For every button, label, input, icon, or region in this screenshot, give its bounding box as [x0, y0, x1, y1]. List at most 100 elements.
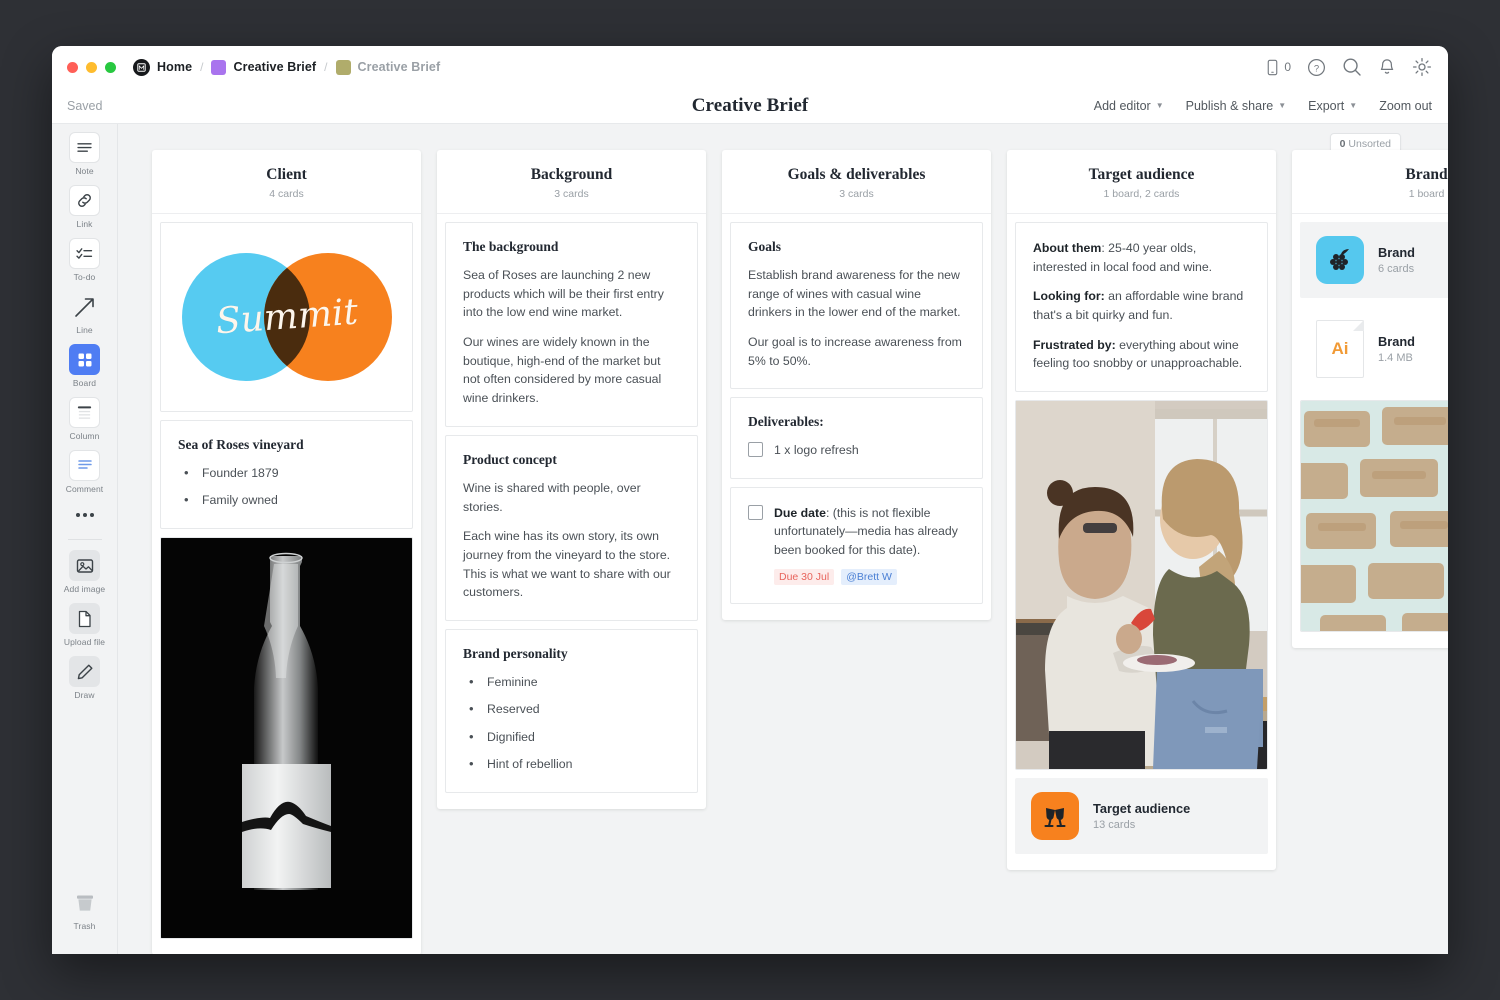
paragraph-bold-lead: Looking for: [1033, 289, 1105, 303]
more-tools-button[interactable] [57, 504, 113, 526]
tool-line[interactable]: Line [57, 291, 113, 335]
unsorted-count: 0 [1340, 138, 1346, 150]
the-background-note-card[interactable]: The background Sea of Roses are launchin… [445, 222, 698, 427]
column-header: Client 4 cards [152, 150, 421, 214]
help-icon[interactable]: ? [1307, 58, 1326, 77]
list-item: Hint of rebellion [463, 755, 680, 773]
unsorted-label: Unsorted [1348, 138, 1391, 150]
list-item: Family owned [178, 491, 395, 509]
search-icon[interactable] [1342, 57, 1362, 77]
product-concept-note-card[interactable]: Product concept Wine is shared with peop… [445, 435, 698, 621]
settings-gear-icon[interactable] [1412, 57, 1432, 77]
grapes-icon [1316, 236, 1364, 284]
card-paragraph: Sea of Roses are launching 2 new product… [463, 266, 680, 322]
column-goals-deliverables[interactable]: Goals & deliverables 3 cards Goals Estab… [722, 150, 991, 620]
image-icon [69, 550, 100, 581]
desktop-background: Home / Creative Brief / Creative Brief 0… [0, 0, 1500, 1000]
goals-note-card[interactable]: Goals Establish brand awareness for the … [730, 222, 983, 389]
tool-rail: Note Link To-do [52, 124, 118, 954]
tool-link-label: Link [77, 219, 93, 229]
link-chain-icon [69, 185, 100, 216]
workspace: Note Link To-do [52, 124, 1448, 954]
breadcrumb-separator-2: / [324, 60, 327, 74]
traffic-lights [52, 62, 116, 73]
tool-board[interactable]: Board [57, 344, 113, 388]
tool-add-image-label: Add image [64, 584, 106, 594]
close-window-button[interactable] [67, 62, 78, 73]
tool-upload-file[interactable]: Upload file [57, 603, 113, 647]
board-link-text: Target audience 13 cards [1093, 801, 1190, 831]
file-link-brand[interactable]: Ai Brand 1.4 MB [1300, 306, 1448, 392]
todo-checkbox[interactable] [748, 505, 763, 520]
column-cards: The background Sea of Roses are launchin… [437, 214, 706, 801]
file-link-name: Brand [1378, 334, 1415, 349]
file-link-size: 1.4 MB [1378, 352, 1415, 364]
tool-comment-label: Comment [66, 484, 104, 494]
column-title: Brand [1302, 166, 1448, 184]
due-date-todo-card[interactable]: Due date: (this is not flexible unfortun… [730, 487, 983, 604]
couple-kitchen-photo-card[interactable] [1015, 400, 1268, 770]
todo-label: Due date: (this is not flexible unfortun… [774, 504, 965, 559]
card-paragraph: Frustrated by: everything about wine fee… [1033, 336, 1250, 373]
window-titlebar: Home / Creative Brief / Creative Brief 0… [52, 46, 1448, 88]
column-count: 3 cards [732, 188, 981, 200]
tool-draw[interactable]: Draw [57, 656, 113, 700]
todo-item[interactable]: Due date: (this is not flexible unfortun… [748, 504, 965, 559]
minimize-window-button[interactable] [86, 62, 97, 73]
mobile-device-icon[interactable]: 0 [1265, 59, 1291, 76]
more-options-icon [69, 504, 100, 526]
list-item: Feminine [463, 673, 680, 691]
card-title: Brand personality [463, 646, 680, 662]
board-canvas[interactable]: 0 Unsorted Client 4 cards [118, 124, 1448, 954]
card-title: Deliverables: [748, 414, 965, 430]
deliverables-todo-card[interactable]: Deliverables: 1 x logo refresh [730, 397, 983, 478]
todo-bold-prefix: Due date [774, 506, 826, 520]
maximize-window-button[interactable] [105, 62, 116, 73]
sea-of-roses-note-card[interactable]: Sea of Roses vineyard Founder 1879 Famil… [160, 420, 413, 529]
tool-link[interactable]: Link [57, 185, 113, 229]
brand-personality-note-card[interactable]: Brand personality Feminine Reserved Dign… [445, 629, 698, 793]
milanote-logo-icon[interactable] [133, 59, 150, 76]
column-count: 3 cards [447, 188, 696, 200]
cheers-glasses-icon [1031, 792, 1079, 840]
todo-tags: Due 30 Jul @Brett W [774, 569, 965, 585]
column-title: Client [162, 166, 411, 184]
audience-profile-note-card[interactable]: About them: 25-40 year olds, interested … [1015, 222, 1268, 392]
card-title: Sea of Roses vineyard [178, 437, 395, 453]
todo-checkbox[interactable] [748, 442, 763, 457]
notifications-bell-icon[interactable] [1378, 58, 1396, 77]
column-icon [69, 397, 100, 428]
todo-item[interactable]: 1 x logo refresh [748, 441, 965, 459]
board-link-name: Target audience [1093, 801, 1190, 816]
tool-comment[interactable]: Comment [57, 450, 113, 494]
breadcrumb-item-2[interactable]: Creative Brief [358, 60, 441, 74]
due-date-badge[interactable]: Due 30 Jul [774, 569, 834, 585]
board-grid-icon [69, 344, 100, 375]
column-count: 4 cards [162, 188, 411, 200]
board-link-target-audience[interactable]: Target audience 13 cards [1015, 778, 1268, 854]
column-brand[interactable]: Brand 1 board Brand 6 cards [1292, 150, 1448, 648]
tool-add-image[interactable]: Add image [57, 550, 113, 594]
tool-trash[interactable]: Trash [57, 887, 113, 931]
column-target-audience[interactable]: Target audience 1 board, 2 cards About t… [1007, 150, 1276, 870]
brick-wall-photo-card[interactable] [1300, 400, 1448, 632]
wine-bottle-card[interactable] [160, 537, 413, 939]
summit-venn-logo-card[interactable]: Summit [160, 222, 413, 412]
tool-note-label: Note [75, 166, 93, 176]
document-toolbar: Saved Creative Brief Add editor ▼ Publis… [52, 88, 1448, 124]
column-count: 1 board, 2 cards [1017, 188, 1266, 200]
column-title: Background [447, 166, 696, 184]
list-item: Dignified [463, 728, 680, 746]
tool-todo[interactable]: To-do [57, 238, 113, 282]
tool-column[interactable]: Column [57, 397, 113, 441]
comment-bubble-icon [69, 450, 100, 481]
board-link-brand[interactable]: Brand 6 cards [1300, 222, 1448, 298]
mention-badge[interactable]: @Brett W [841, 569, 897, 585]
brick-wall-image [1301, 401, 1448, 631]
breadcrumb-home-label[interactable]: Home [157, 60, 192, 74]
column-background[interactable]: Background 3 cards The background Sea of… [437, 150, 706, 809]
breadcrumb-item-1[interactable]: Creative Brief [233, 60, 316, 74]
column-client[interactable]: Client 4 cards [152, 150, 421, 954]
tool-note[interactable]: Note [57, 132, 113, 176]
card-title: Product concept [463, 452, 680, 468]
